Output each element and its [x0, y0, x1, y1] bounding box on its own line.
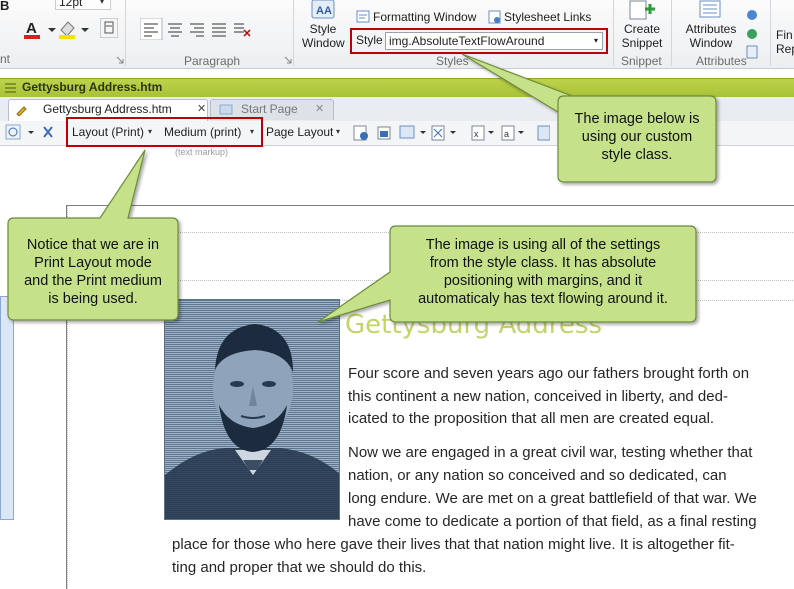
callout-line: Notice that we are in: [26, 237, 160, 253]
callout-line: and the Print medium: [24, 273, 162, 289]
callout-line: style class.: [601, 147, 673, 163]
callout-top-right-text: The image below is using our custom styl…: [558, 110, 716, 164]
callout-line: automaticaly has text flowing around it.: [418, 291, 668, 307]
callout-left-text: Notice that we are in Print Layout mode …: [8, 236, 178, 308]
callout-line: from the style class. It has absolute: [429, 255, 657, 271]
callout-line: is being used.: [48, 291, 138, 307]
callout-line: using our custom: [581, 129, 693, 145]
callout-line: The image below is: [574, 111, 700, 127]
callout-center-text: The image is using all of the settings f…: [390, 236, 696, 308]
callout-line: positioning with margins, and it: [443, 273, 643, 289]
callout-line: Print Layout mode: [34, 255, 152, 271]
callout-line: The image is using all of the settings: [425, 237, 661, 253]
